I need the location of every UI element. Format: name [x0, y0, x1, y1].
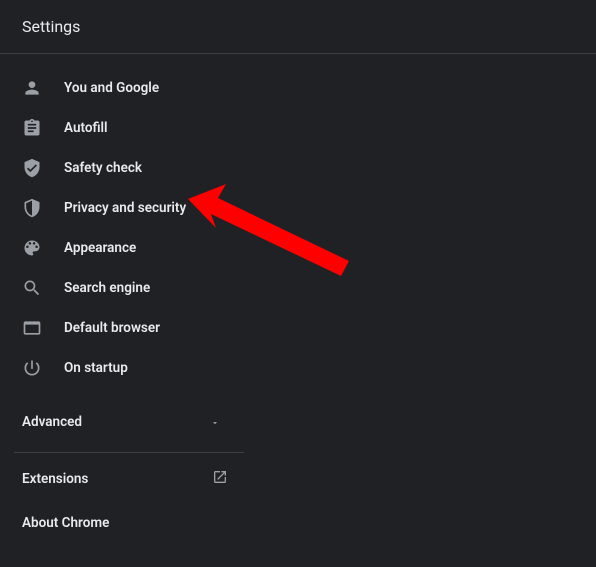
sidebar-item-on-startup[interactable]: On startup [0, 348, 250, 388]
sidebar-item-about-chrome[interactable]: About Chrome [0, 501, 250, 545]
chevron-down-icon [210, 413, 228, 432]
person-icon [22, 78, 42, 98]
sidebar-item-appearance[interactable]: Appearance [0, 228, 250, 268]
advanced-label: Advanced [22, 414, 82, 430]
sidebar-item-extensions[interactable]: Extensions [0, 457, 250, 501]
search-icon [22, 278, 42, 298]
open-in-new-icon [212, 469, 228, 489]
sidebar-item-search-engine[interactable]: Search engine [0, 268, 250, 308]
about-chrome-label: About Chrome [22, 515, 109, 531]
sidebar-item-label: On startup [64, 360, 128, 376]
clipboard-icon [22, 118, 42, 138]
sidebar-item-you-and-google[interactable]: You and Google [0, 68, 250, 108]
sidebar-item-label: Search engine [64, 280, 150, 296]
settings-sidebar: You and Google Autofill Safety check Pri… [0, 54, 250, 545]
sidebar-item-default-browser[interactable]: Default browser [0, 308, 250, 348]
palette-icon [22, 238, 42, 258]
sidebar-item-label: Privacy and security [64, 200, 186, 216]
shield-check-icon [22, 158, 42, 178]
sidebar-item-privacy-security[interactable]: Privacy and security [0, 188, 250, 228]
sidebar-item-label: Appearance [64, 240, 136, 256]
sidebar-item-label: You and Google [64, 80, 159, 96]
sidebar-divider [14, 452, 244, 453]
sidebar-item-advanced[interactable]: Advanced [0, 402, 250, 442]
shield-icon [22, 198, 42, 218]
sidebar-item-label: Default browser [64, 320, 160, 336]
page-title: Settings [22, 17, 80, 36]
sidebar-item-autofill[interactable]: Autofill [0, 108, 250, 148]
settings-header: Settings [0, 0, 596, 54]
sidebar-item-safety-check[interactable]: Safety check [0, 148, 250, 188]
sidebar-item-label: Autofill [64, 120, 108, 136]
power-icon [22, 358, 42, 378]
browser-window-icon [22, 318, 42, 338]
sidebar-item-label: Safety check [64, 160, 142, 176]
extensions-label: Extensions [22, 471, 88, 487]
